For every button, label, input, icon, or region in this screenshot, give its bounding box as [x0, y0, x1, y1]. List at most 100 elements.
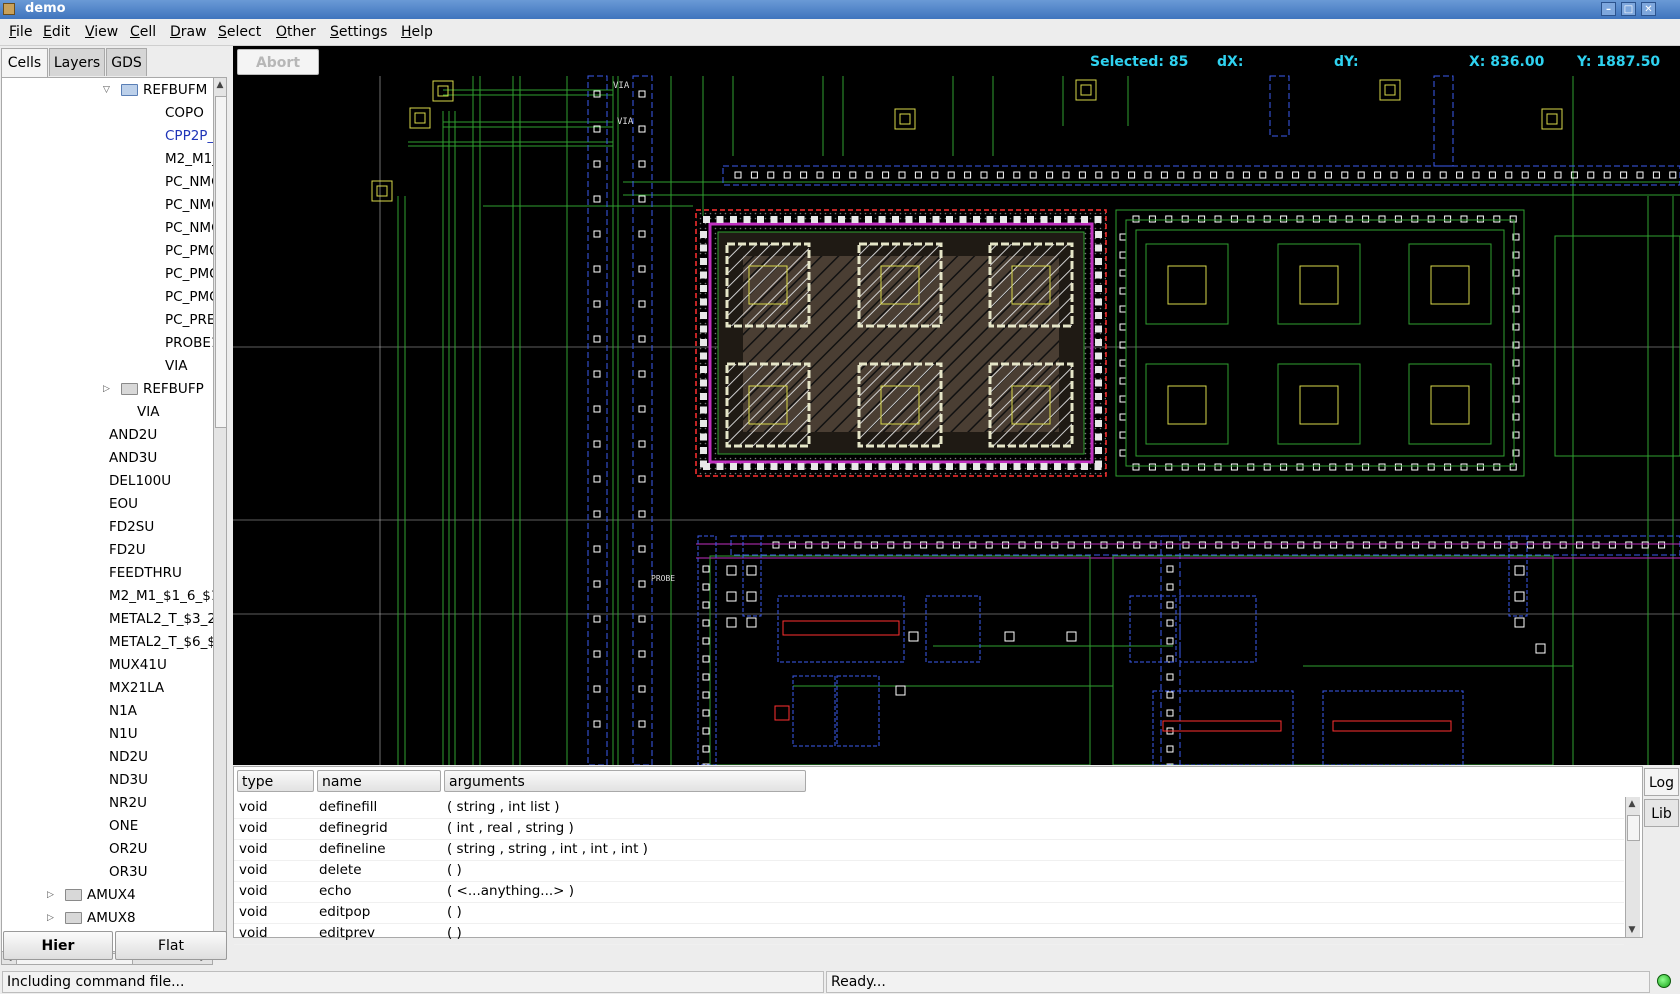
table-row[interactable]: void defineline ( string , string , int , … [234, 839, 1624, 861]
svg-text:VIA: VIA [617, 117, 634, 127]
tree-item[interactable]: VIA [137, 401, 159, 423]
tree-scroll-thumb[interactable] [215, 96, 227, 428]
left-panel: Cells Layers GDS REFBUFM▽COPOCPP2P_DM2_M… [0, 46, 231, 965]
menu-settings[interactable]: Settings [330, 24, 387, 40]
tree-item[interactable]: FD2U [109, 539, 146, 561]
tree-item[interactable]: N1A [109, 700, 137, 722]
tree-item[interactable]: MX21LA [109, 677, 164, 699]
minimize-button[interactable]: – [1601, 2, 1616, 16]
tree-item[interactable]: PC_NMOS_$1_$ [165, 194, 213, 216]
tree-item[interactable]: PC_PMOS_$4_$ [165, 286, 213, 308]
table-vertical-scrollbar[interactable]: ▲ ▼ [1625, 797, 1640, 937]
tree-item[interactable]: M2_M1_$1_6_$1_6_$ [109, 585, 213, 607]
tree-item[interactable]: OR2U [109, 838, 147, 860]
tree-item[interactable]: REFBUFP [143, 378, 204, 400]
tree-item[interactable]: METAL2_T_$6_$6 [109, 631, 213, 653]
tree-item[interactable]: PC_PMOS_$4_$ [165, 263, 213, 285]
column-header-type[interactable]: type [237, 770, 314, 792]
collapsed-triangle-icon[interactable]: ▷ [103, 384, 113, 394]
collapsed-triangle-icon[interactable]: ▷ [47, 890, 57, 900]
tree-item[interactable]: NR2U [109, 792, 147, 814]
cell-type: void [239, 925, 268, 941]
tree-item[interactable]: DEL100U [109, 470, 171, 492]
tree-item[interactable]: PC_NMOS_$1_$ [165, 171, 213, 193]
flat-button[interactable]: Flat [115, 931, 227, 960]
table-row[interactable]: void definegrid ( int , real , string ) [234, 818, 1624, 840]
menu-help[interactable]: Help [401, 24, 433, 40]
menu-file[interactable]: File [9, 24, 32, 40]
table-row[interactable]: void definefill ( string , int list ) [234, 797, 1624, 819]
hier-button[interactable]: Hier [3, 931, 113, 960]
table-scroll-thumb[interactable] [1627, 815, 1640, 841]
lib-button[interactable]: Lib [1644, 799, 1679, 827]
tree-item[interactable]: EOU [109, 493, 138, 515]
cell-tree[interactable]: REFBUFM▽COPOCPP2P_DM2_M1_$1_6_$1PC_NMOS_… [1, 77, 214, 959]
layout-drawing[interactable]: VIA VIA PROBE [233, 46, 1680, 765]
tab-gds[interactable]: GDS [106, 48, 147, 76]
tree-item[interactable]: ONE [109, 815, 138, 837]
tree-item[interactable]: PC_PRES1_1MI [165, 309, 213, 331]
column-header-arguments[interactable]: arguments [444, 770, 806, 792]
menu-bar: File Edit View Cell Draw Select Other Se… [0, 19, 1680, 46]
maximize-button[interactable]: □ [1621, 2, 1636, 16]
menu-select[interactable]: Select [218, 24, 261, 40]
y-readout: Y: 1887.50 [1577, 54, 1661, 70]
cell-name: definegrid [319, 820, 388, 836]
tree-item[interactable]: METAL2_T_$3_2 [109, 608, 213, 630]
app-icon [3, 3, 15, 15]
tree-item[interactable]: AND2U [109, 424, 157, 446]
tree-item[interactable]: CPP2P_D [165, 125, 213, 147]
collapsed-triangle-icon[interactable]: ▷ [47, 913, 57, 923]
cell-arguments: ( int , real , string ) [447, 820, 574, 836]
tree-item[interactable]: REFBUFM [143, 79, 207, 101]
menu-view[interactable]: View [85, 24, 118, 40]
table-row[interactable]: void editprev ( ) [234, 923, 1624, 945]
cell-type: void [239, 862, 268, 878]
tree-item[interactable]: M2_M1_$1_6_$1 [165, 148, 213, 170]
cell-name: editpop [319, 904, 371, 920]
tree-item[interactable]: OR3U [109, 861, 147, 883]
scroll-up-arrow-icon[interactable]: ▲ [214, 78, 226, 92]
cell-type: void [239, 841, 268, 857]
window-title: demo [25, 1, 66, 16]
close-button[interactable]: ✕ [1641, 2, 1656, 16]
tree-item[interactable]: FD2SU [109, 516, 154, 538]
status-bar: Including command file... Ready... [0, 968, 1680, 994]
tree-item[interactable]: N1U [109, 723, 138, 745]
tree-item[interactable]: AND3U [109, 447, 157, 469]
menu-edit[interactable]: Edit [43, 24, 70, 40]
expanded-triangle-icon[interactable]: ▽ [103, 85, 113, 95]
tree-item[interactable]: FEEDTHRU [109, 562, 182, 584]
cell-arguments: ( string , int list ) [447, 799, 560, 815]
tab-cells[interactable]: Cells [1, 48, 48, 78]
tree-vertical-scrollbar[interactable]: ▲ ▼ [213, 77, 227, 959]
column-header-name[interactable]: name [317, 770, 441, 792]
tree-item[interactable]: PC_NMOS_$1_$ [165, 217, 213, 239]
tree-item[interactable]: AMUX4 [87, 884, 136, 906]
selected-readout: Selected: 85 [1090, 54, 1189, 70]
function-table[interactable]: type name arguments void definefill ( stri… [233, 766, 1643, 945]
table-scroll-down-icon[interactable]: ▼ [1626, 923, 1638, 937]
table-scroll-up-icon[interactable]: ▲ [1626, 797, 1638, 811]
tree-item[interactable]: PC_PMOS_$22_ [165, 240, 213, 262]
tree-item[interactable]: ND2U [109, 746, 148, 768]
tree-item[interactable]: MUX41U [109, 654, 167, 676]
table-row[interactable]: void delete ( ) [234, 860, 1624, 882]
abort-button[interactable]: Abort [237, 49, 319, 75]
menu-draw[interactable]: Draw [170, 24, 207, 40]
cell-arguments: ( string , string , int , int , int ) [447, 841, 648, 857]
tree-item[interactable]: VIA [165, 355, 187, 377]
log-button[interactable]: Log [1644, 768, 1679, 796]
tree-item[interactable]: COPO [165, 102, 204, 124]
tree-item[interactable]: AMUX8 [87, 907, 136, 929]
table-row[interactable]: void echo ( <...anything...> ) [234, 881, 1624, 903]
tree-item[interactable]: ND3U [109, 769, 148, 791]
tree-item[interactable]: PROBE1 [165, 332, 213, 354]
menu-cell[interactable]: Cell [130, 24, 156, 40]
dx-readout: dX: [1217, 54, 1244, 70]
menu-other[interactable]: Other [276, 24, 316, 40]
table-row[interactable]: void editpop ( ) [234, 902, 1624, 924]
layout-canvas[interactable]: VIA VIA PROBE Abort Selected: 85 dX: dY:… [233, 46, 1680, 765]
tab-layers[interactable]: Layers [49, 48, 105, 76]
cell-type: void [239, 820, 268, 836]
